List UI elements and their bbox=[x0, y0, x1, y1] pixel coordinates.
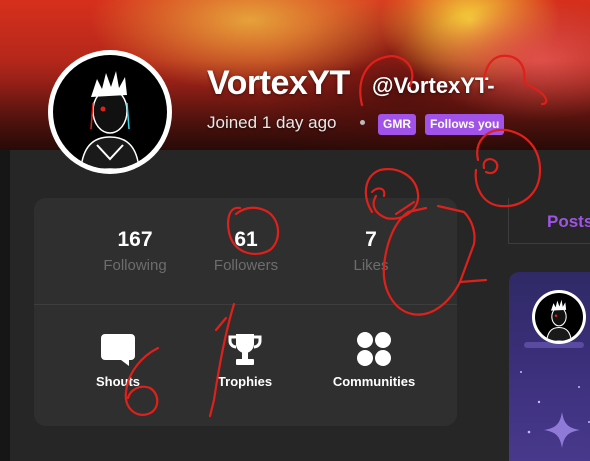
followers-count: 61 bbox=[234, 228, 258, 251]
post-author-avatar-image bbox=[546, 299, 572, 341]
likes-count: 7 bbox=[365, 228, 377, 251]
left-edge bbox=[0, 150, 10, 461]
trophies-button[interactable]: Trophies bbox=[185, 330, 305, 389]
profile-avatar[interactable] bbox=[48, 50, 172, 174]
card-divider bbox=[34, 304, 457, 305]
separator-dot bbox=[360, 120, 365, 125]
follows-you-badge: Follows you bbox=[425, 114, 505, 135]
shouts-button[interactable]: Shouts bbox=[58, 330, 178, 389]
communities-label: Communities bbox=[332, 374, 416, 389]
communities-button[interactable]: Communities bbox=[314, 330, 434, 389]
likes-label: Likes bbox=[353, 257, 389, 274]
user-handle: @VortexYT- bbox=[372, 73, 495, 98]
followers-label: Followers bbox=[213, 257, 279, 274]
stat-likes[interactable]: 7 Likes bbox=[306, 228, 436, 274]
communities-icon bbox=[357, 332, 391, 366]
tab-posts-label[interactable]: Posts bbox=[547, 212, 590, 232]
joined-date: Joined 1 day ago bbox=[207, 113, 337, 132]
stat-followers[interactable]: 61 Followers bbox=[181, 228, 311, 274]
avatar-image bbox=[80, 71, 140, 169]
post-author-avatar[interactable] bbox=[532, 290, 586, 344]
stats-card: 167 Following 61 Followers 7 Likes Shout… bbox=[34, 198, 457, 426]
gmr-badge: GMR bbox=[378, 114, 416, 135]
trophy-icon bbox=[228, 334, 262, 365]
shouts-icon bbox=[101, 334, 135, 366]
shouts-label: Shouts bbox=[95, 374, 141, 389]
trophies-label: Trophies bbox=[217, 374, 273, 389]
sparkle-icon bbox=[544, 412, 580, 448]
display-name: VortexYT bbox=[207, 64, 350, 102]
